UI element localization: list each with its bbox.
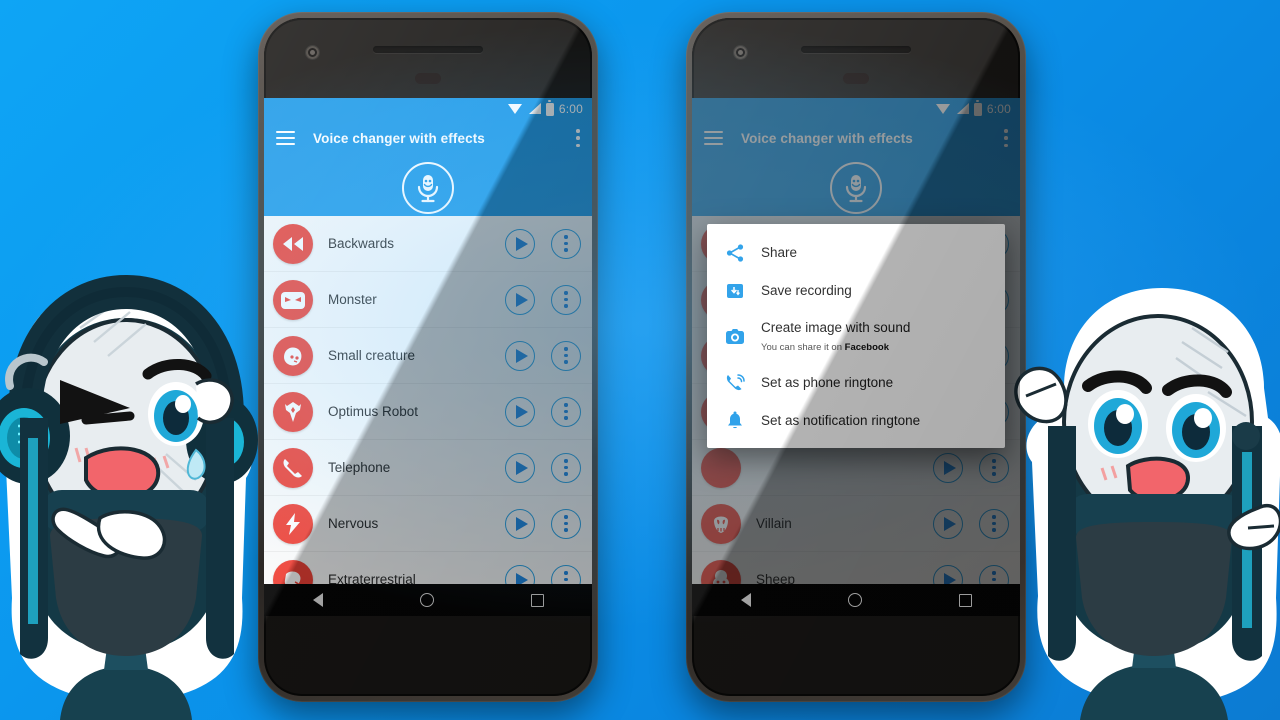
menu-item-subtitle: You can share it on Facebook <box>761 342 889 353</box>
mascot-right <box>1014 288 1280 720</box>
earpiece-speaker <box>373 46 483 53</box>
proximity-sensor <box>843 73 869 84</box>
list-item-label: Small creature <box>328 348 416 363</box>
telephone-handset-icon <box>273 447 313 488</box>
recording-options-dialog: Share Save recording Create image with s… <box>707 224 1005 448</box>
monster-face-icon <box>273 279 313 320</box>
play-button[interactable] <box>505 340 535 371</box>
list-item-label: Nervous <box>328 516 379 531</box>
menu-item-label: Save recording <box>761 283 852 298</box>
more-vertical-icon <box>564 291 568 308</box>
save-download-icon <box>723 281 747 301</box>
signal-icon <box>528 103 541 115</box>
play-button[interactable] <box>505 228 535 259</box>
phone-bezel-top <box>264 18 592 98</box>
front-camera-icon <box>734 46 747 59</box>
list-item-label: Backwards <box>328 236 395 251</box>
small-creature-icon <box>273 335 313 376</box>
status-bar-time: 6:00 <box>558 102 583 116</box>
play-button[interactable] <box>505 508 535 539</box>
android-nav-bar <box>692 584 1020 616</box>
mascot-left <box>0 274 258 720</box>
app-bar: Voice changer with effects <box>264 120 592 216</box>
bell-icon <box>723 411 747 431</box>
more-vertical-icon <box>564 347 568 364</box>
camera-icon <box>723 328 747 346</box>
more-button[interactable] <box>551 508 581 539</box>
more-button[interactable] <box>551 340 581 371</box>
promo-banner: 6:00 Voice changer with effects Backward… <box>0 0 1280 720</box>
autobot-icon <box>273 391 313 432</box>
menu-item-save-recording[interactable]: Save recording <box>707 272 1005 310</box>
phone-bezel-top <box>692 18 1020 98</box>
screen-left: 6:00 Voice changer with effects Backward… <box>264 98 592 616</box>
back-triangle-icon[interactable] <box>740 593 751 607</box>
menu-item-label: Set as phone ringtone <box>761 375 894 390</box>
menu-item-label: Share <box>761 245 798 260</box>
screen-right: 6:00 Voice changer with effects Villain … <box>692 98 1020 616</box>
more-vertical-icon <box>564 459 568 476</box>
play-icon <box>515 348 528 363</box>
list-item[interactable]: Optimus Robot <box>264 384 592 440</box>
list-item[interactable]: Backwards <box>264 216 592 272</box>
menu-item-label: Set as notification ringtone <box>761 413 921 428</box>
more-vertical-icon <box>564 403 568 420</box>
list-item-label: Telephone <box>328 460 391 475</box>
phone-ring-icon <box>723 373 747 393</box>
menu-item-share[interactable]: Share <box>707 234 1005 272</box>
play-button[interactable] <box>505 396 535 427</box>
menu-item-set-notification-ringtone[interactable]: Set as notification ringtone <box>707 402 1005 440</box>
earpiece-speaker <box>801 46 911 53</box>
phone-bezel-bottom <box>692 604 1020 696</box>
microphone-logo-icon[interactable] <box>402 162 454 214</box>
recents-square-icon[interactable] <box>958 593 972 607</box>
menu-item-label: Create image with sound <box>761 320 911 335</box>
home-circle-icon[interactable] <box>847 593 862 607</box>
page-title: Voice changer with effects <box>313 130 485 146</box>
play-icon <box>515 292 528 307</box>
more-button[interactable] <box>551 452 581 483</box>
list-item-label: Monster <box>328 292 377 307</box>
list-item[interactable]: Nervous <box>264 496 592 552</box>
overflow-menu-icon[interactable] <box>576 129 580 147</box>
more-button[interactable] <box>551 396 581 427</box>
proximity-sensor <box>415 73 441 84</box>
menu-item-create-image-with-sound[interactable]: Create image with sound You can share it… <box>707 310 1005 364</box>
lightning-bolt-icon <box>273 503 313 544</box>
list-item-label: Optimus Robot <box>328 404 419 419</box>
more-vertical-icon <box>564 515 568 532</box>
list-item[interactable]: Monster <box>264 272 592 328</box>
more-button[interactable] <box>551 228 581 259</box>
effects-list: Backwards Monster Small creature Optimus… <box>264 216 592 608</box>
phone-left: 6:00 Voice changer with effects Backward… <box>258 12 598 702</box>
hamburger-icon[interactable] <box>276 131 295 145</box>
menu-item-set-phone-ringtone[interactable]: Set as phone ringtone <box>707 364 1005 402</box>
phone-right: 6:00 Voice changer with effects Villain … <box>686 12 1026 702</box>
phone-bezel-bottom <box>264 604 592 696</box>
play-button[interactable] <box>505 452 535 483</box>
battery-icon <box>545 100 554 116</box>
list-item[interactable]: Telephone <box>264 440 592 496</box>
more-button[interactable] <box>551 284 581 315</box>
play-icon <box>515 404 528 419</box>
wifi-icon <box>507 103 523 115</box>
more-vertical-icon <box>564 235 568 252</box>
play-icon <box>515 516 528 531</box>
play-button[interactable] <box>505 284 535 315</box>
play-icon <box>515 236 528 251</box>
front-camera-icon <box>306 46 319 59</box>
rewind-icon <box>273 223 313 264</box>
status-bar: 6:00 <box>264 98 592 120</box>
share-icon <box>723 243 747 263</box>
list-item[interactable]: Small creature <box>264 328 592 384</box>
play-icon <box>515 460 528 475</box>
